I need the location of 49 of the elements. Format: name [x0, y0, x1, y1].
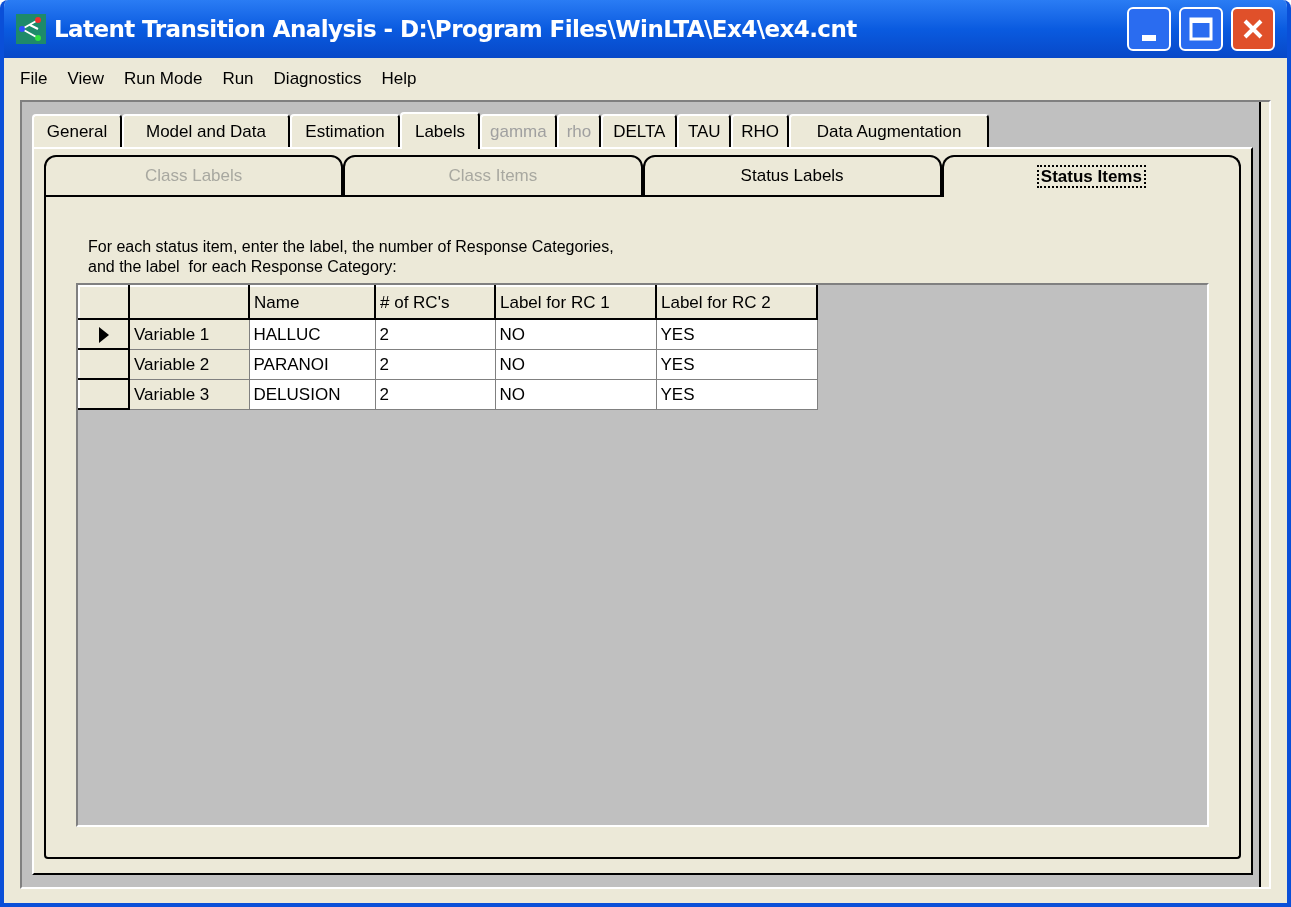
tab[interactable]: Labels — [400, 112, 480, 149]
menu-item[interactable]: Run Mode — [115, 66, 211, 92]
maximize-icon — [1189, 17, 1213, 41]
window-title: Latent Transition Analysis - D:\Program Files\WinLTA\Ex4\ex4.cnt — [54, 14, 857, 44]
table-cell: 2 — [375, 379, 495, 409]
table-cell: YES — [656, 349, 817, 379]
table-cell: NO — [495, 349, 656, 379]
row-header[interactable] — [79, 319, 129, 349]
sub-tab[interactable]: Status Labels — [642, 155, 942, 197]
tab[interactable]: DELTA — [601, 114, 678, 147]
tab[interactable]: Data Augmentation — [789, 114, 990, 147]
table-cell: Variable 2 — [129, 349, 249, 379]
close-button[interactable] — [1231, 7, 1275, 51]
table-cell: Variable 3 — [129, 379, 249, 409]
tab[interactable]: RHO — [731, 114, 790, 147]
table-cell: NO — [495, 319, 656, 349]
table-cell: HALLUC — [249, 319, 375, 349]
tab[interactable]: TAU — [677, 114, 732, 147]
app-icon — [16, 14, 46, 44]
column-header: # of RC's — [375, 286, 495, 319]
table-cell: YES — [656, 319, 817, 349]
menu-item[interactable]: Run — [214, 66, 262, 92]
table-cell: DELUSION — [249, 379, 375, 409]
close-icon — [1242, 18, 1264, 40]
table-cell: PARANOI — [249, 349, 375, 379]
instruction-text: and the label for each Response Category: — [88, 257, 398, 277]
table-cell: 2 — [375, 319, 495, 349]
table-cell: 2 — [375, 349, 495, 379]
tab[interactable]: Estimation — [290, 114, 400, 147]
table-cell: YES — [656, 379, 817, 409]
maximize-button[interactable] — [1179, 7, 1223, 51]
table-cell: NO — [495, 379, 656, 409]
column-header: Name — [249, 286, 375, 319]
table-cell: Variable 1 — [129, 319, 249, 349]
minimize-button[interactable] — [1127, 7, 1171, 51]
column-header: Label for RC 1 — [495, 286, 656, 319]
column-header: Label for RC 2 — [656, 286, 817, 319]
instruction-text: For each status item, enter the label, the number of Response Categories, — [88, 237, 615, 257]
minimize-icon — [1142, 35, 1156, 41]
tab[interactable]: Model and Data — [122, 114, 290, 147]
row-header[interactable] — [79, 379, 129, 409]
row-header[interactable] — [79, 349, 129, 379]
grid-corner — [79, 286, 129, 319]
menu-item[interactable]: Diagnostics — [265, 66, 370, 92]
tab[interactable]: General — [32, 114, 122, 147]
menu-item[interactable]: File — [12, 66, 56, 92]
menu-item[interactable]: Help — [373, 66, 425, 92]
sub-tab[interactable]: Status Items — [941, 155, 1241, 197]
menu-item[interactable]: View — [59, 66, 112, 92]
